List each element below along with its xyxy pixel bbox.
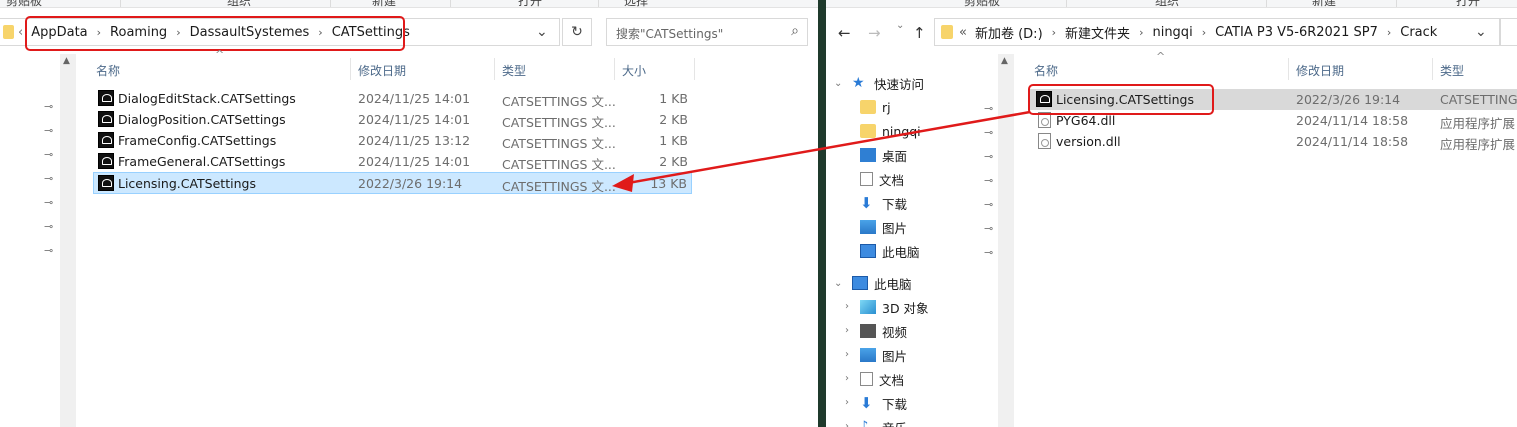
- arrowhead-icon: [612, 174, 634, 192]
- annotation-arrow: [612, 110, 1031, 192]
- screenshot-root: 剪贴板 组织 新建 打开 选择 ‹ AppData › Roaming › Da…: [0, 0, 1517, 427]
- arrow-line: [627, 110, 1031, 185]
